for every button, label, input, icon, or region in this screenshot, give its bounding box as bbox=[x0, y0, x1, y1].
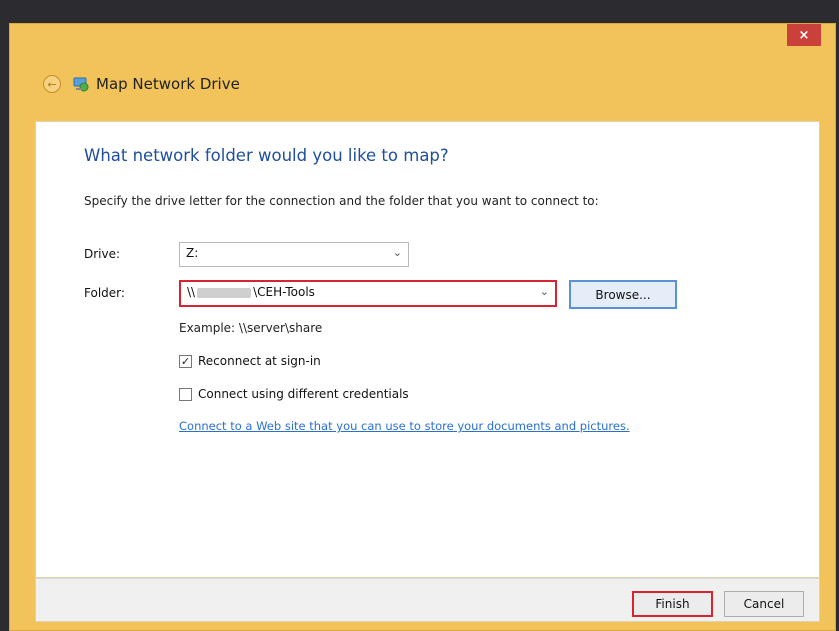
dialog-content: What network folder would you like to ma… bbox=[35, 121, 820, 578]
reconnect-label: Reconnect at sign-in bbox=[198, 354, 321, 368]
map-network-drive-window: × ← Map Network Drive What network folde… bbox=[9, 23, 836, 631]
credentials-label: Connect using different credentials bbox=[198, 387, 409, 401]
reconnect-row[interactable]: ✓ Reconnect at sign-in bbox=[179, 354, 321, 368]
chevron-down-icon[interactable]: ⌄ bbox=[540, 285, 549, 298]
credentials-checkbox[interactable] bbox=[179, 387, 192, 401]
network-drive-icon bbox=[73, 77, 89, 92]
finish-button[interactable]: Finish bbox=[632, 591, 713, 617]
drive-select[interactable]: Z: ⌄ bbox=[179, 242, 409, 267]
folder-input[interactable]: \\ \CEH-Tools ⌄ bbox=[179, 280, 557, 307]
cancel-label: Cancel bbox=[743, 597, 785, 611]
folder-value-suffix: \CEH-Tools bbox=[253, 285, 315, 299]
close-button[interactable]: × bbox=[787, 24, 821, 46]
back-arrow-icon: ← bbox=[47, 77, 57, 91]
checkmark-icon: ✓ bbox=[180, 354, 191, 368]
web-site-link[interactable]: Connect to a Web site that you can use t… bbox=[179, 419, 630, 433]
back-button[interactable]: ← bbox=[43, 75, 61, 93]
browse-button[interactable]: Browse... bbox=[569, 280, 677, 309]
folder-label: Folder: bbox=[84, 286, 125, 300]
dialog-footer: Finish Cancel bbox=[35, 578, 820, 622]
cancel-button[interactable]: Cancel bbox=[724, 591, 804, 617]
example-text: Example: \\server\share bbox=[179, 321, 323, 335]
chevron-down-icon[interactable]: ⌄ bbox=[393, 246, 402, 259]
folder-value-prefix: \\ bbox=[187, 285, 196, 299]
credentials-row[interactable]: Connect using different credentials bbox=[179, 387, 409, 401]
drive-label: Drive: bbox=[84, 247, 121, 261]
dialog-description: Specify the drive letter for the connect… bbox=[84, 194, 599, 208]
browse-label: Browse... bbox=[595, 287, 651, 302]
close-icon: × bbox=[798, 27, 810, 43]
title-bar: ← Map Network Drive bbox=[10, 70, 835, 98]
window-title: Map Network Drive bbox=[96, 75, 240, 93]
finish-label: Finish bbox=[655, 597, 690, 611]
reconnect-checkbox[interactable]: ✓ bbox=[179, 354, 192, 368]
drive-value: Z: bbox=[186, 246, 199, 260]
redacted-server-name bbox=[197, 287, 252, 298]
dialog-heading: What network folder would you like to ma… bbox=[84, 146, 449, 165]
